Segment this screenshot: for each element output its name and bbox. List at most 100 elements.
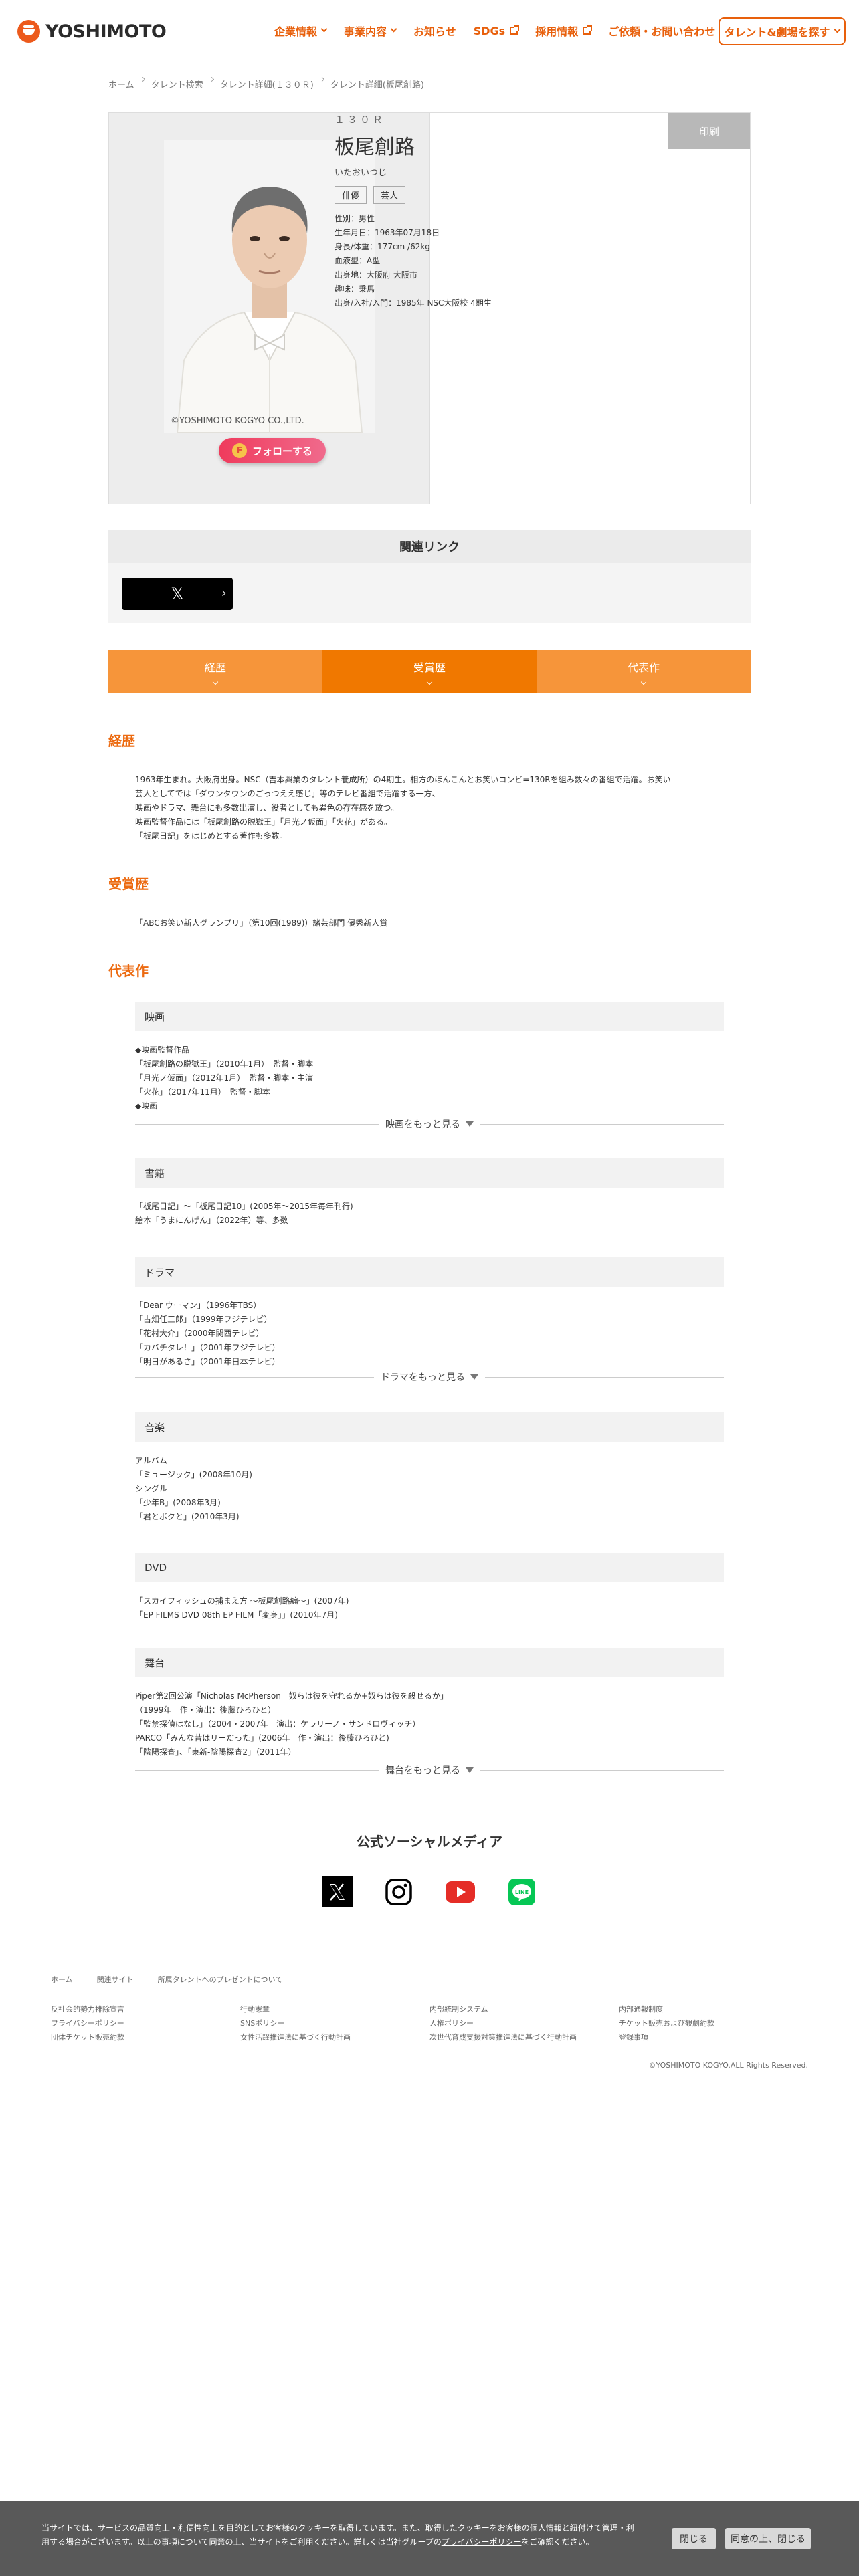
footer-link[interactable]: 反社会的勢力排除宣言 — [51, 2002, 240, 2016]
breadcrumb-current: タレント詳細(板尾創路) — [330, 80, 424, 90]
breadcrumb-home[interactable]: ホーム — [108, 78, 134, 90]
nav-item-company[interactable]: 企業情報 — [274, 23, 328, 39]
footer-link[interactable]: 団体チケット販売約款 — [51, 2030, 240, 2044]
instagram-icon[interactable] — [383, 1876, 414, 1907]
youtube-icon[interactable] — [445, 1876, 476, 1907]
footer-link[interactable]: SNSポリシー — [240, 2016, 430, 2030]
logo-mark-icon — [17, 20, 40, 43]
work-line: 「Dear ウーマン」（1996年TBS） — [135, 1301, 262, 1310]
work-line: 「君とボクと」(2010年3月) — [135, 1512, 240, 1521]
tab-works[interactable]: 代表作 — [537, 650, 751, 693]
related-links-title: 関連リンク — [108, 530, 751, 563]
career-line: 映画やドラマ、舞台にも多数出演し、役者としても異色の存在感を放つ。 — [135, 803, 399, 813]
footer-col: 反社会的勢力排除宣言 プライバシーポリシー 団体チケット販売約款 — [51, 2002, 240, 2044]
detail-birthplace: 出身地：大阪府 大阪市 — [335, 270, 417, 280]
nav-item-business[interactable]: 事業内容 — [344, 23, 397, 39]
x-icon[interactable] — [322, 1876, 353, 1907]
works-books-heading: 書籍 — [135, 1158, 724, 1188]
work-line: シングル — [135, 1484, 168, 1493]
chevron-down-icon — [212, 679, 219, 685]
cookie-agree-button[interactable]: 同意の上、閉じる — [725, 2528, 811, 2549]
chevron-right-icon — [140, 76, 145, 82]
works-drama-list: 「Dear ウーマン」（1996年TBS） 「古畑任三郎」（1999年フジテレビ… — [135, 1299, 724, 1369]
profile-info: １３０Ｒ 板尾創路 いたおいつじ 俳優 芸人 性別：男性 生年月日：1963年0… — [335, 112, 492, 310]
profile-details: 性別：男性 生年月日：1963年07月18日 身長/体重：177cm /62kg… — [335, 212, 492, 310]
copyright: ©YOSHIMOTO KOGYO.ALL Rights Reserved. — [648, 2061, 808, 2070]
work-line: PARCO「みんな昔はリーだった」(2006年 作・演出：後藤ひろひと) — [135, 1733, 389, 1743]
chevron-right-icon — [219, 590, 226, 597]
yoshimoto-logo[interactable]: YOSHIMOTO — [17, 20, 167, 43]
work-line: 「火花」（2017年11月） 監督・脚本 — [135, 1087, 270, 1097]
detail-origin: 出身/入社/入門：1985年 NSC大阪校 4期生 — [335, 298, 492, 308]
triangle-down-icon — [466, 1121, 474, 1127]
talent-search-button[interactable]: タレント&劇場を探す — [719, 17, 846, 45]
work-line: 「EP FILMS DVD 08th EP FILM「変身」」(2010年7月) — [135, 1610, 338, 1620]
nav-label: 採用情報 — [535, 25, 579, 38]
section-tabs: 経歴 受賞歴 代表作 — [108, 650, 751, 693]
breadcrumb-group[interactable]: タレント詳細(１３０Ｒ) — [220, 78, 314, 90]
stage-more-link[interactable]: 舞台をもっと見る — [135, 1763, 724, 1777]
award-line: 「ABCお笑い新人グランプリ」（第10回(1989)）諸芸部門 優秀新人賞 — [135, 918, 388, 928]
chevron-down-icon — [390, 25, 397, 33]
group-name[interactable]: １３０Ｒ — [335, 112, 492, 126]
detail-blood-type: 血液型：A型 — [335, 256, 381, 265]
follow-button[interactable]: F フォローする — [219, 438, 326, 463]
footer-link[interactable]: 女性活躍推進法に基づく行動計画 — [240, 2030, 430, 2044]
work-line: 「古畑任三郎」（1999年フジテレビ） — [135, 1315, 272, 1324]
career-title: 経歴 — [108, 733, 135, 749]
footer-link[interactable]: 行動憲章 — [240, 2002, 430, 2016]
svg-text:LINE: LINE — [515, 1889, 529, 1895]
work-line: （1999年 作・演出：後藤ひろひと） — [135, 1705, 276, 1715]
footer-col: 行動憲章 SNSポリシー 女性活躍推進法に基づく行動計画 — [240, 2002, 430, 2044]
footer-link[interactable]: 登録事項 — [619, 2030, 808, 2044]
awards-heading: 受賞歴 — [108, 873, 751, 893]
drama-more-label: ドラマをもっと見る — [381, 1372, 465, 1383]
chevron-down-icon — [834, 26, 841, 33]
work-line: 「月光ノ仮面」（2012年1月） 監督・脚本・主演 — [135, 1073, 314, 1083]
privacy-policy-link[interactable]: プライバシーポリシー — [442, 2537, 522, 2547]
career-line: 1963年生まれ。大阪府出身。NSC（吉本興業のタレント養成所）の4期生。相方の… — [135, 775, 671, 784]
nav-item-sdgs[interactable]: SDGs — [473, 24, 520, 37]
footer-link[interactable]: 内部統制システム — [430, 2002, 619, 2016]
photo-copyright: ©YOSHIMOTO KOGYO CO.,LTD. — [171, 416, 304, 426]
breadcrumb-talent-search[interactable]: タレント検索 — [151, 78, 203, 90]
footer-nav: ホーム 関連サイト 所属タレントへのプレゼントについて — [51, 1974, 306, 1985]
drama-more-link[interactable]: ドラマをもっと見る — [135, 1370, 724, 1384]
work-line: ◆映画監督作品 — [135, 1045, 190, 1055]
footer-link[interactable]: 次世代育成支援対策推進法に基づく行動計画 — [430, 2030, 619, 2044]
work-line: 「明日があるさ」（2001年日本テレビ） — [135, 1357, 280, 1366]
print-button[interactable]: 印刷 — [668, 113, 750, 149]
tab-career[interactable]: 経歴 — [108, 650, 322, 693]
main-nav: 企業情報 事業内容 お知らせ SDGs 採用情報 ご依頼・お問い合わせ — [274, 23, 733, 39]
x-link-button[interactable]: 𝕏 — [122, 578, 233, 610]
works-movie-heading: 映画 — [135, 1002, 724, 1031]
footer-link[interactable]: 人権ポリシー — [430, 2016, 619, 2030]
footer-link-presents[interactable]: 所属タレントへのプレゼントについて — [158, 1974, 283, 1985]
tab-label: 経歴 — [204, 661, 226, 674]
tag-comedian: 芸人 — [373, 186, 406, 204]
work-line: 「陰陽探査」、「東新-陰陽探査2」（2011年） — [135, 1747, 296, 1757]
footer-link-related-sites[interactable]: 関連サイト — [97, 1974, 134, 1985]
tab-awards[interactable]: 受賞歴 — [322, 650, 537, 693]
career-text: 1963年生まれ。大阪府出身。NSC（吉本興業のタレント養成所）の4期生。相方の… — [135, 773, 724, 843]
movie-more-link[interactable]: 映画をもっと見る — [135, 1117, 724, 1131]
nav-label: ご依頼・お問い合わせ — [608, 25, 716, 38]
footer-link[interactable]: 内部通報制度 — [619, 2002, 808, 2016]
external-link-icon — [510, 25, 520, 35]
footer-links: 反社会的勢力排除宣言 プライバシーポリシー 団体チケット販売約款 行動憲章 SN… — [51, 2002, 808, 2044]
nav-item-recruit[interactable]: 採用情報 — [535, 23, 593, 39]
work-line: 「板尾日記」～「板尾日記10」(2005年～2015年毎年刊行) — [135, 1202, 353, 1211]
nav-item-news[interactable]: お知らせ — [413, 23, 456, 39]
work-line: ◆映画 — [135, 1101, 158, 1111]
footer-link[interactable]: チケット販売および観劇約款 — [619, 2016, 808, 2030]
line-icon[interactable]: LINE — [506, 1876, 537, 1907]
nav-item-contact[interactable]: ご依頼・お問い合わせ — [608, 23, 715, 39]
nav-label: 事業内容 — [344, 25, 387, 38]
footer-link-home[interactable]: ホーム — [51, 1974, 73, 1985]
work-line: アルバム — [135, 1456, 167, 1465]
footer-link[interactable]: プライバシーポリシー — [51, 2016, 240, 2030]
works-music-heading: 音楽 — [135, 1412, 724, 1442]
cookie-close-button[interactable]: 閉じる — [672, 2528, 716, 2549]
nav-label: SDGs — [473, 24, 506, 37]
follow-label: フォローする — [252, 445, 312, 457]
